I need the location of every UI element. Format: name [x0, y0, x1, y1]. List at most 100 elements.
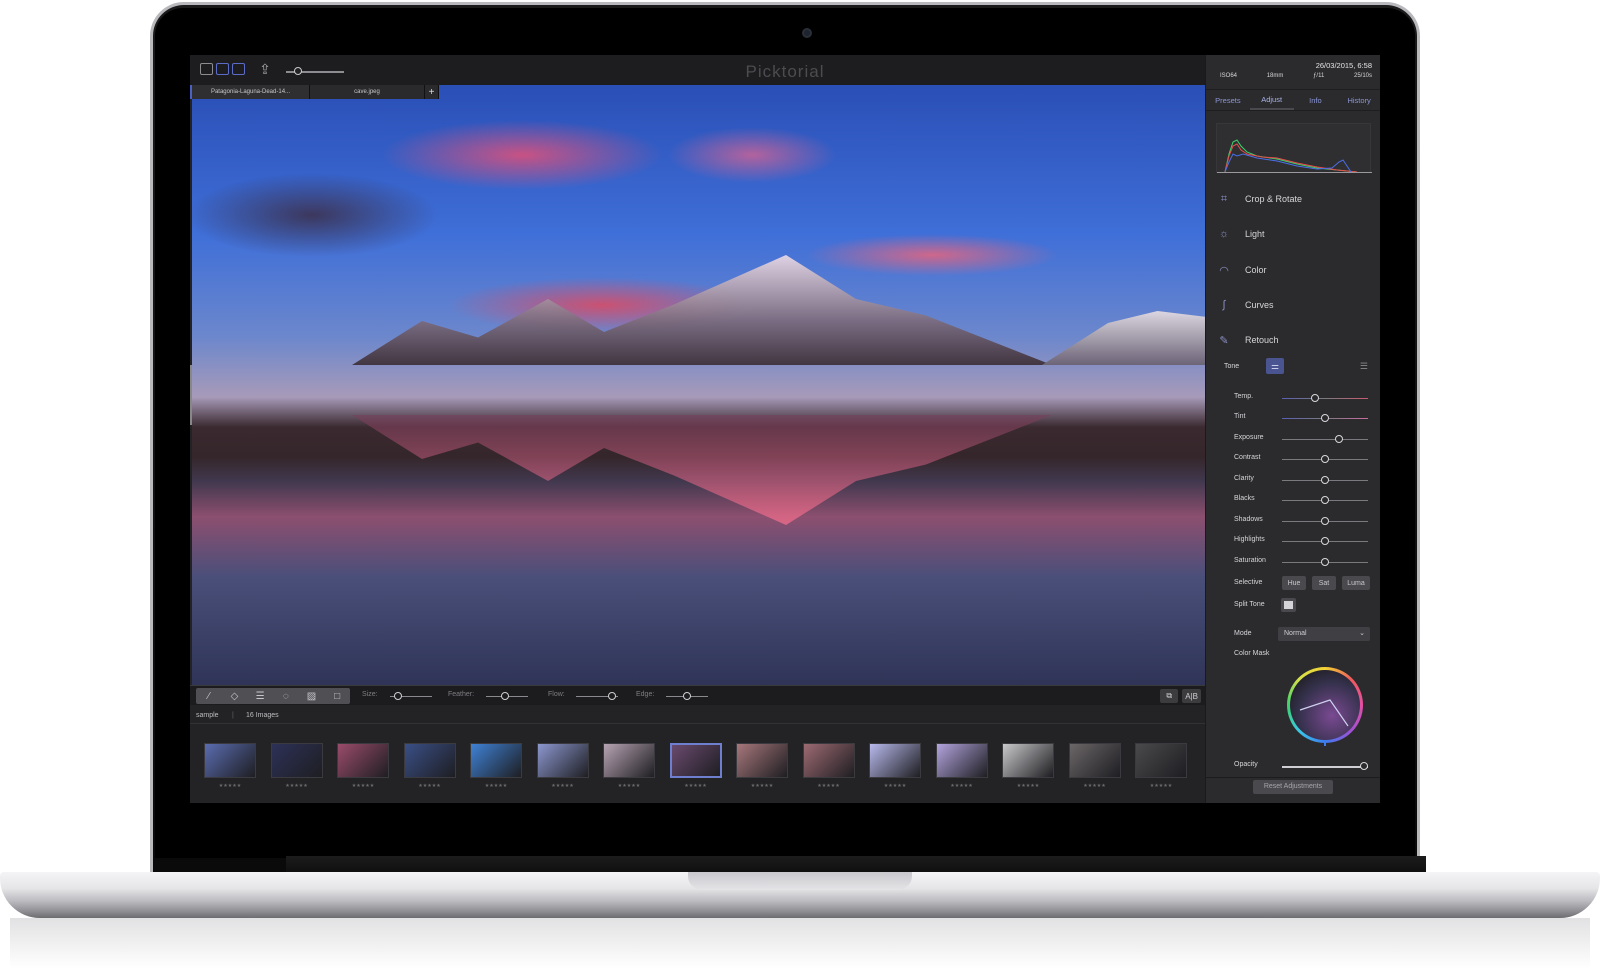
rating-stars[interactable]: ★★★★★ [470, 783, 522, 789]
adjustment-row: Tint [1234, 411, 1374, 425]
module-label: Crop & Rotate [1245, 194, 1303, 204]
adjustment-track[interactable] [1282, 398, 1368, 399]
thumbnail[interactable] [204, 743, 256, 778]
flow-slider-knob[interactable] [607, 692, 616, 700]
adjustment-label: Contrast [1234, 454, 1261, 461]
thumbnail[interactable] [669, 743, 722, 778]
canvas-scroll-handle[interactable] [190, 365, 192, 425]
color-wheel-selection[interactable] [1290, 670, 1360, 740]
lightbulb-icon: ☼ [1218, 228, 1230, 240]
adjustment-track[interactable] [1282, 439, 1368, 440]
opacity-knob[interactable] [1359, 762, 1368, 770]
rating-stars[interactable]: ★★★★★ [736, 783, 788, 789]
module-retouch[interactable]: ✎ Retouch [1216, 330, 1279, 350]
module-color[interactable]: ◠ Color [1216, 260, 1266, 280]
thumbnail[interactable] [1135, 743, 1187, 778]
rating-stars[interactable]: ★★★★★ [670, 783, 722, 789]
thumbnail[interactable] [736, 743, 788, 778]
hue-button[interactable]: Hue [1282, 576, 1306, 590]
opacity-track[interactable] [1282, 766, 1368, 768]
add-tab-button[interactable]: + [425, 85, 439, 99]
sat-button[interactable]: Sat [1312, 576, 1336, 590]
tab-info[interactable]: Info [1294, 90, 1338, 110]
tab-presets[interactable]: Presets [1206, 90, 1250, 110]
mask-toolbar: ⁄ ◇ ☰ ◌ ▨ □ Size: Feather: Flow: Edge: ⧉… [190, 685, 1205, 705]
thumbnail[interactable] [603, 743, 655, 778]
opacity-row: Opacity [1234, 759, 1374, 773]
rating-stars[interactable]: ★★★★★ [204, 783, 256, 789]
folder-name[interactable]: sample [196, 712, 219, 719]
tab-cave[interactable]: cave.jpeg [310, 85, 425, 99]
rating-stars[interactable]: ★★★★★ [537, 783, 589, 789]
selective-row: Selective Hue Sat Luma [1234, 576, 1374, 590]
rating-stars[interactable]: ★★★★★ [1135, 783, 1187, 789]
adjustment-row: Clarity [1234, 473, 1374, 487]
thumbnail[interactable] [337, 743, 389, 778]
adjustment-knob[interactable] [1321, 517, 1329, 525]
adjustment-knob[interactable] [1321, 476, 1329, 484]
panel-tabs: Presets Adjust Info History [1206, 89, 1380, 111]
adjustment-label: Temp. [1234, 393, 1254, 400]
color-mask-label: Color Mask [1234, 650, 1270, 657]
module-label: Retouch [1245, 335, 1279, 345]
thumbnail[interactable] [470, 743, 522, 778]
feather-slider-knob[interactable] [500, 692, 509, 700]
main-photo[interactable] [192, 85, 1205, 685]
edge-slider-knob[interactable] [683, 692, 691, 700]
module-light[interactable]: ☼ Light [1216, 224, 1265, 244]
brush-circle-icon: ✎ [1219, 334, 1229, 347]
adjustment-knob[interactable] [1321, 496, 1329, 504]
size-slider-knob[interactable] [394, 692, 403, 700]
thumbnail[interactable] [536, 743, 589, 778]
mode-select[interactable]: Normal ⌄ [1278, 627, 1370, 641]
thumbnail[interactable] [1002, 743, 1054, 778]
color-wheel-marker[interactable] [1324, 741, 1326, 746]
rainbow-icon: ◠ [1219, 264, 1229, 277]
list-icon[interactable]: ☰ [1360, 361, 1368, 372]
gradient-lines-icon[interactable]: ☰ [251, 691, 269, 702]
browser-header: sample | 16 Images [190, 707, 1205, 724]
module-curves[interactable]: ∫ Curves [1216, 295, 1273, 315]
module-crop-rotate[interactable]: ⌗ Crop & Rotate [1216, 189, 1302, 209]
thumbnail[interactable] [270, 743, 323, 778]
rating-stars[interactable]: ★★★★★ [869, 783, 921, 789]
fill-mask-icon[interactable]: ▨ [302, 691, 320, 702]
tab-adjust[interactable]: Adjust [1249, 90, 1294, 110]
brush-icon[interactable]: ⁄ [200, 691, 218, 702]
sliders-icon[interactable]: ⚌ [1266, 358, 1284, 374]
adjustment-knob[interactable] [1321, 537, 1329, 545]
adjustment-knob[interactable] [1334, 435, 1343, 443]
tab-history[interactable]: History [1337, 90, 1380, 110]
adjustment-row: Shadows [1234, 514, 1374, 528]
adjustment-knob[interactable] [1321, 558, 1329, 566]
laptop-notch [688, 872, 912, 890]
luma-button[interactable]: Luma [1342, 576, 1370, 590]
clear-mask-icon[interactable]: □ [328, 691, 346, 702]
laptop-reflection [10, 918, 1590, 969]
rating-stars[interactable]: ★★★★★ [1069, 783, 1121, 789]
adjustment-row: Exposure [1234, 432, 1374, 446]
thumbnail[interactable] [1068, 743, 1121, 778]
radial-mask-icon[interactable]: ◌ [277, 691, 295, 702]
rating-stars[interactable]: ★★★★★ [337, 783, 389, 789]
adjustment-knob[interactable] [1321, 455, 1329, 463]
ab-compare-button[interactable]: A|B [1182, 689, 1201, 703]
overlay-compare-icon[interactable]: ⧉ [1160, 689, 1179, 703]
rating-stars[interactable]: ★★★★★ [271, 783, 323, 789]
thumbnail[interactable] [403, 743, 456, 778]
rating-stars[interactable]: ★★★★★ [404, 783, 456, 789]
split-tone-swatch[interactable] [1281, 598, 1296, 612]
adjustment-label: Tint [1234, 413, 1246, 420]
rating-stars[interactable]: ★★★★★ [803, 783, 855, 789]
rating-stars[interactable]: ★★★★★ [1002, 783, 1054, 789]
tab-patagonia[interactable]: Patagonia-Laguna-Dead-14... [190, 85, 310, 99]
reset-adjustments-button[interactable]: Reset Adjustments [1253, 780, 1333, 794]
thumbnail[interactable] [935, 743, 988, 778]
thumbnail[interactable] [802, 743, 855, 778]
eraser-icon[interactable]: ◇ [225, 691, 243, 702]
adjustment-knob[interactable] [1321, 414, 1329, 422]
thumbnail[interactable] [869, 743, 921, 778]
rating-stars[interactable]: ★★★★★ [603, 783, 655, 789]
rating-stars[interactable]: ★★★★★ [936, 783, 988, 789]
adjustment-knob[interactable] [1310, 394, 1319, 402]
